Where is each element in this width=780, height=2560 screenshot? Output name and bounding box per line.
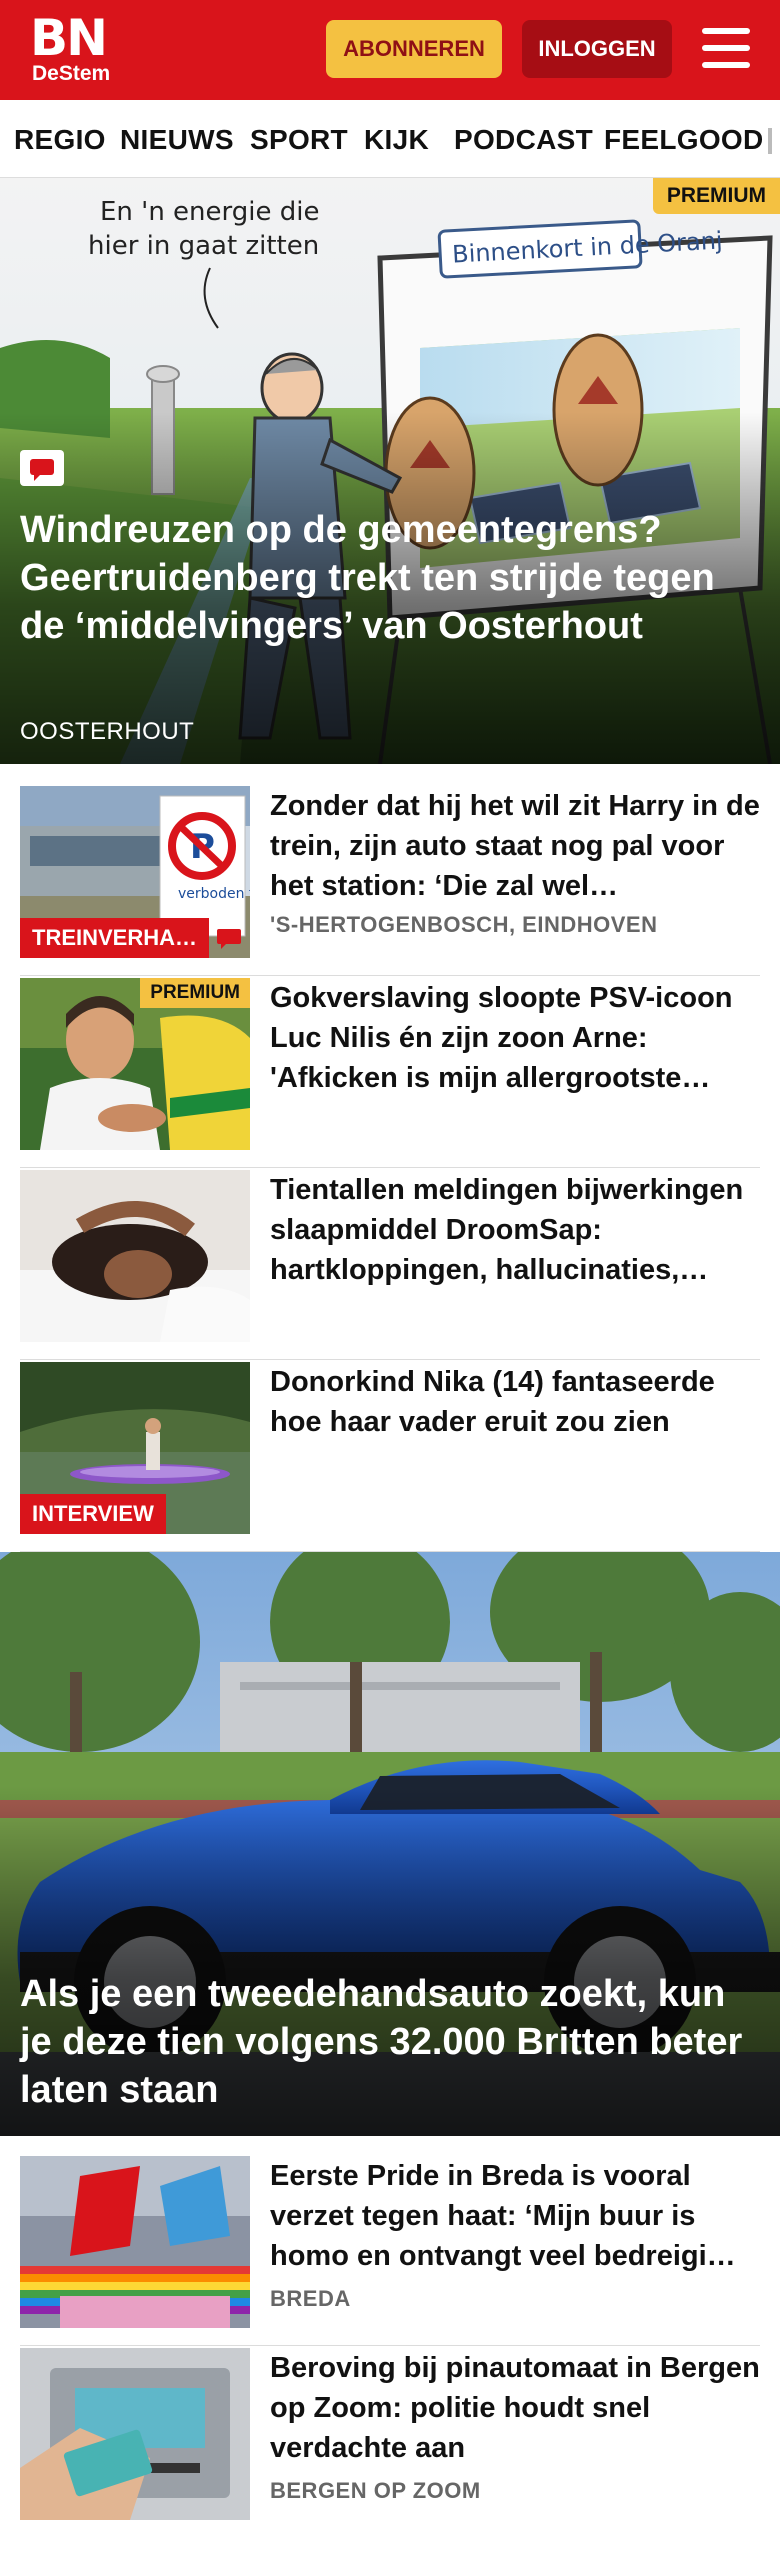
nav-item-nieuws[interactable]: NIEUWS	[120, 124, 234, 156]
cartoon-bubble-line1: En 'n energie die	[100, 197, 319, 227]
list-item-donorkind[interactable]: INTERVIEW Donorkind Nika (14) fantaseerd…	[20, 1362, 760, 1552]
premium-badge: PREMIUM	[652, 178, 780, 214]
nav-item-kijk[interactable]: KIJK	[364, 124, 429, 156]
article-thumbnail	[20, 2348, 250, 2520]
article-title[interactable]: Gokverslaving sloopte PSV-icoon Luc Nili…	[270, 978, 760, 1098]
article-title[interactable]: Beroving bij pinautomaat in Bergen op Zo…	[270, 2348, 760, 2468]
article-thumbnail: P verboden te TREINVERHA…	[20, 786, 250, 958]
article-thumbnail: PREMIUM	[20, 978, 250, 1150]
list-item-pride-breda[interactable]: Eerste Pride in Breda is vooral verzet t…	[20, 2156, 760, 2346]
nav-item-feelgood[interactable]: FEELGOOD	[604, 124, 764, 156]
hero-article-tweedehandsauto[interactable]: Als je een tweedehandsauto zoekt, kun je…	[0, 1552, 780, 2136]
list-item-harry-trein[interactable]: P verboden te TREINVERHA… Zonder dat hij…	[20, 786, 760, 976]
premium-badge: PREMIUM	[140, 978, 250, 1008]
article-title[interactable]: Zonder dat hij het wil zit Harry in de t…	[270, 786, 760, 906]
list-item-luc-nilis[interactable]: PREMIUM Gokverslaving sloopte PSV-icoon …	[20, 978, 760, 1168]
section-nav: REGIO NIEUWS SPORT KIJK PODCAST FEELGOOD	[0, 100, 780, 178]
comment-icon[interactable]	[215, 926, 245, 950]
hero-region: OOSTERHOUT	[20, 718, 195, 745]
article-title[interactable]: Donorkind Nika (14) fantaseerde hoe haar…	[270, 1362, 760, 1442]
nav-item-sport[interactable]: SPORT	[250, 124, 348, 156]
hero-title[interactable]: Als je een tweedehandsauto zoekt, kun je…	[20, 1970, 760, 2114]
logo-sub-text: DeStem	[32, 62, 111, 85]
list-item-beroving-pinautomaat[interactable]: Beroving bij pinautomaat in Bergen op Zo…	[20, 2348, 760, 2538]
nav-item-regio[interactable]: REGIO	[14, 124, 106, 156]
nav-overflow-hint	[768, 128, 772, 154]
hero-title[interactable]: Windreuzen op de gemeentegrens? Geertrui…	[20, 506, 760, 650]
thumb-sign-text: verboden te	[178, 886, 250, 902]
article-region: BREDA	[270, 2286, 351, 2311]
site-logo[interactable]: BN DeStem	[30, 9, 122, 88]
logo-main-text: BN	[30, 9, 108, 67]
cartoon-bubble-line2: hier in gaat zitten	[88, 231, 319, 261]
article-thumbnail	[20, 2156, 250, 2328]
category-label: INTERVIEW	[20, 1494, 166, 1534]
hero-article-windreuzen[interactable]: Binnenkort in de Oranj En 'n energie die…	[0, 178, 780, 764]
article-region: 'S-HERTOGENBOSCH, EINDHOVEN	[270, 912, 658, 937]
category-label: TREINVERHA…	[20, 918, 210, 958]
article-title[interactable]: Tientallen meldingen bijwerkin­gen slaap…	[270, 1170, 760, 1290]
hamburger-menu-icon[interactable]	[700, 24, 752, 74]
article-region: BERGEN OP ZOOM	[270, 2478, 481, 2503]
article-thumbnail: INTERVIEW	[20, 1362, 250, 1534]
article-thumbnail	[20, 1170, 250, 1342]
comment-icon[interactable]	[20, 450, 64, 486]
nav-item-podcast[interactable]: PODCAST	[454, 124, 593, 156]
list-item-droomsap[interactable]: Tientallen meldingen bijwerkin­gen slaap…	[20, 1170, 760, 1360]
article-title[interactable]: Eerste Pride in Breda is vooral verzet t…	[270, 2156, 760, 2276]
top-header: BN DeStem ABONNEREN INLOGGEN	[0, 0, 780, 100]
login-button[interactable]: INLOGGEN	[522, 20, 672, 78]
subscribe-button[interactable]: ABONNEREN	[326, 20, 502, 78]
